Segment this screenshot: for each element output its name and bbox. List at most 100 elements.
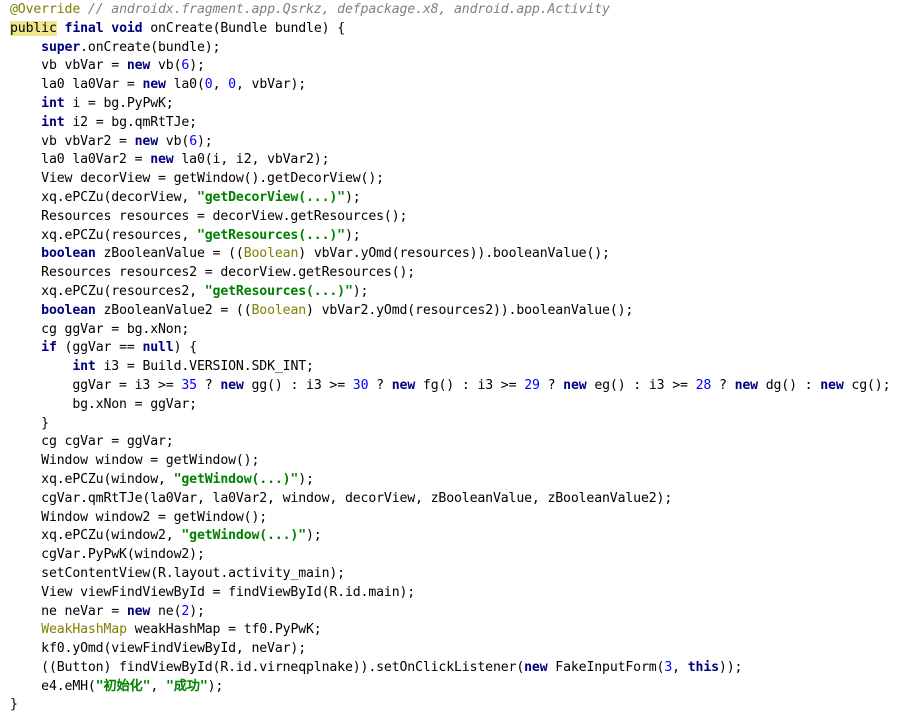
code-token: "getWindow(...)"	[173, 471, 299, 487]
code-token: la0 la0Var2 =	[10, 152, 151, 168]
code-token: "getResources(...)"	[196, 227, 345, 243]
code-token: new	[142, 77, 166, 93]
code-token: );	[344, 227, 361, 243]
code-token: bg.xNon = ggVar;	[10, 396, 197, 412]
code-token: 30	[352, 377, 369, 393]
code-line: boolean zBooleanValue = ((Boolean) vbVar…	[10, 245, 910, 264]
code-token: ((Button) findViewById(R.id.virneqplnake…	[10, 659, 525, 675]
code-token: eg() : i3 >=	[586, 377, 696, 393]
code-token: cg cgVar = ggVar;	[10, 434, 174, 450]
code-token: ?	[711, 377, 735, 393]
code-token: ) {	[173, 340, 198, 356]
code-token: new	[220, 377, 244, 393]
code-token: ne neVar =	[10, 603, 127, 619]
code-token: cg();	[843, 377, 891, 393]
code-token: Boolean	[251, 302, 307, 318]
code-token: cgVar.qmRtTJe(la0Var, la0Var2, window, d…	[10, 490, 673, 506]
code-token: ,	[672, 659, 688, 675]
code-token: 29	[524, 377, 540, 393]
code-token: 3	[664, 659, 673, 675]
code-token: );	[189, 603, 205, 619]
code-line: xq.ePCZu(decorView, "getDecorView(...)")…	[10, 189, 910, 208]
code-token: ));	[718, 659, 743, 675]
code-line: la0 la0Var2 = new la0(i, i2, vbVar2);	[10, 151, 910, 170]
code-token: );	[189, 58, 205, 74]
code-token: boolean	[41, 246, 96, 262]
code-line: View decorView = getWindow().getDecorVie…	[10, 170, 910, 189]
code-token: ne(	[150, 603, 182, 619]
code-token: onCreate(Bundle bundle) {	[142, 20, 345, 36]
code-line: View viewFindViewById = findViewById(R.i…	[10, 584, 910, 603]
code-token: Boolean	[243, 246, 299, 262]
code-token: kf0.yOmd(viewFindViewById, neVar);	[10, 641, 307, 657]
code-line: xq.ePCZu(resources, "getResources(...)")…	[10, 227, 910, 246]
code-token: .onCreate(bundle);	[80, 39, 221, 55]
code-line: cg ggVar = bg.xNon;	[10, 321, 910, 340]
code-line: }	[10, 415, 910, 434]
code-editor[interactable]: @Override // androidx.fragment.app.Qsrkz…	[0, 0, 910, 716]
code-token: 0	[204, 77, 213, 93]
code-token: ?	[368, 377, 392, 393]
code-token: "getDecorView(...)"	[196, 189, 345, 205]
code-token: "初始化"	[95, 678, 151, 694]
code-token: la0 la0Var =	[10, 77, 143, 93]
code-line: if (ggVar == null) {	[10, 339, 910, 358]
code-line: xq.ePCZu(window2, "getWindow(...)");	[10, 527, 910, 546]
code-token: void	[111, 20, 143, 36]
code-token: 0	[228, 77, 236, 93]
code-line: kf0.yOmd(viewFindViewById, neVar);	[10, 640, 910, 659]
code-line: cgVar.PyPwK(window2);	[10, 546, 910, 565]
code-token: (ggVar ==	[56, 340, 143, 356]
code-token: cg ggVar = bg.xNon;	[10, 321, 190, 337]
code-token: );	[344, 189, 361, 205]
code-token: new	[126, 58, 151, 74]
code-token: dg() :	[757, 377, 821, 393]
code-token: View decorView = getWindow().getDecorVie…	[10, 171, 384, 187]
code-line: ne neVar = new ne(2);	[10, 603, 910, 622]
code-line: int i = bg.PyPwK;	[10, 95, 910, 114]
code-line: xq.ePCZu(resources2, "getResources(...)"…	[10, 283, 910, 302]
code-token: ,	[212, 77, 229, 93]
code-token: xq.ePCZu(window,	[10, 471, 174, 487]
code-token: if	[41, 340, 57, 356]
code-line: vb vbVar = new vb(6);	[10, 57, 910, 76]
code-token: i2 = bg.qmRtTJe;	[64, 114, 197, 130]
code-token: cgVar.PyPwK(window2);	[10, 547, 205, 563]
code-line: public final void onCreate(Bundle bundle…	[10, 20, 910, 39]
code-token: 28	[695, 377, 712, 393]
code-token: 35	[181, 377, 197, 393]
code-token: weakHashMap = tf0.PyPwK;	[126, 622, 322, 638]
code-token: );	[306, 528, 322, 544]
code-line: ggVar = i3 >= 35 ? new gg() : i3 >= 30 ?…	[10, 377, 910, 396]
code-token: xq.ePCZu(window2,	[10, 528, 182, 544]
code-line: la0 la0Var = new la0(0, 0, vbVar);	[10, 76, 910, 95]
code-token: new	[563, 377, 587, 393]
code-line: Window window = getWindow();	[10, 452, 910, 471]
code-token: zBooleanValue2 = ((	[95, 302, 252, 318]
code-token: new	[126, 603, 151, 619]
code-token: public	[10, 20, 57, 36]
code-token: vb vbVar2 =	[10, 133, 135, 149]
code-token: ,	[150, 678, 166, 694]
code-token: }	[10, 697, 18, 713]
code-token: setContentView(R.layout.activity_main);	[10, 565, 345, 581]
code-token: i = bg.PyPwK;	[64, 95, 174, 111]
code-token: Window window2 = getWindow();	[10, 509, 268, 525]
code-token: new	[524, 659, 548, 675]
code-token: ) vbVar2.yOmd(resources2)).booleanValue(…	[306, 302, 634, 318]
code-token: FakeInputForm(	[547, 659, 665, 675]
code-line: Window window2 = getWindow();	[10, 509, 910, 528]
code-token: 6	[189, 133, 197, 149]
code-line: setContentView(R.layout.activity_main);	[10, 565, 910, 584]
code-line: cgVar.qmRtTJe(la0Var, la0Var2, window, d…	[10, 490, 910, 509]
code-token: "成功"	[165, 678, 208, 694]
code-token: ggVar = i3 >=	[10, 377, 182, 393]
code-line: WeakHashMap weakHashMap = tf0.PyPwK;	[10, 621, 910, 640]
code-token: View viewFindViewById = findViewById(R.i…	[10, 584, 416, 600]
code-token: Resources resources2 = decorView.getReso…	[10, 265, 416, 281]
code-token: );	[352, 283, 369, 299]
